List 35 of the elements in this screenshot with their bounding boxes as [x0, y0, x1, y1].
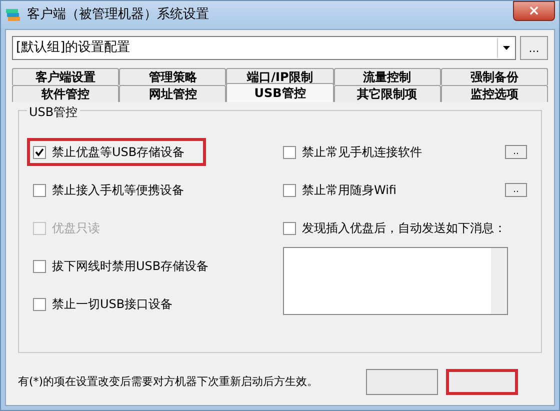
checkbox-label[interactable]: 禁止一切USB接口设备: [52, 295, 173, 313]
checkbox-label[interactable]: 禁止优盘等USB存储设备: [52, 143, 185, 161]
config-dropdown[interactable]: [默认组]的设置配置: [12, 36, 516, 60]
note-text: 有(*)的项在设置改变后需要对方机器下次重新启动后方生效。: [18, 374, 318, 390]
tab[interactable]: 管理策略: [119, 68, 226, 85]
checkbox-label[interactable]: 拔下网线时禁用USB存储设备: [52, 257, 209, 275]
checkbox[interactable]: [33, 298, 46, 310]
tab[interactable]: 强制备份: [440, 68, 548, 85]
checkbox[interactable]: [283, 222, 296, 234]
checkbox[interactable]: [283, 146, 296, 158]
tab[interactable]: 客户端设置: [12, 68, 120, 85]
dialog-button[interactable]: [446, 369, 518, 395]
app-icon: [5, 7, 21, 23]
tab[interactable]: 网址管控: [119, 85, 226, 102]
checkbox[interactable]: [33, 184, 46, 196]
tab[interactable]: USB管控: [226, 83, 334, 102]
tab[interactable]: 监控选项: [440, 85, 548, 102]
more-button[interactable]: ..: [505, 145, 527, 159]
checkbox[interactable]: [283, 184, 296, 196]
more-button[interactable]: ...: [520, 36, 548, 60]
tab[interactable]: 流量控制: [334, 68, 441, 85]
checkbox-label[interactable]: 发现插入优盘后，自动发送如下消息：: [302, 219, 506, 237]
scrollbar[interactable]: [491, 248, 507, 314]
group-title: USB管控: [27, 103, 80, 121]
checkbox[interactable]: [33, 146, 46, 158]
dialog-button[interactable]: [366, 369, 438, 395]
tab[interactable]: 软件管控: [12, 85, 120, 102]
checkbox-label[interactable]: 禁止常见手机连接软件: [302, 143, 422, 161]
checkbox-label[interactable]: 禁止接入手机等便携设备: [52, 181, 184, 199]
tab[interactable]: 其它限制项: [334, 85, 441, 102]
message-field[interactable]: [283, 247, 508, 315]
more-button[interactable]: ..: [505, 183, 527, 197]
window-title: 客户端（被管理机器）系统设置: [27, 6, 209, 24]
checkbox-label[interactable]: 禁止常用随身Wifi: [302, 181, 396, 199]
checkbox[interactable]: [33, 260, 46, 272]
